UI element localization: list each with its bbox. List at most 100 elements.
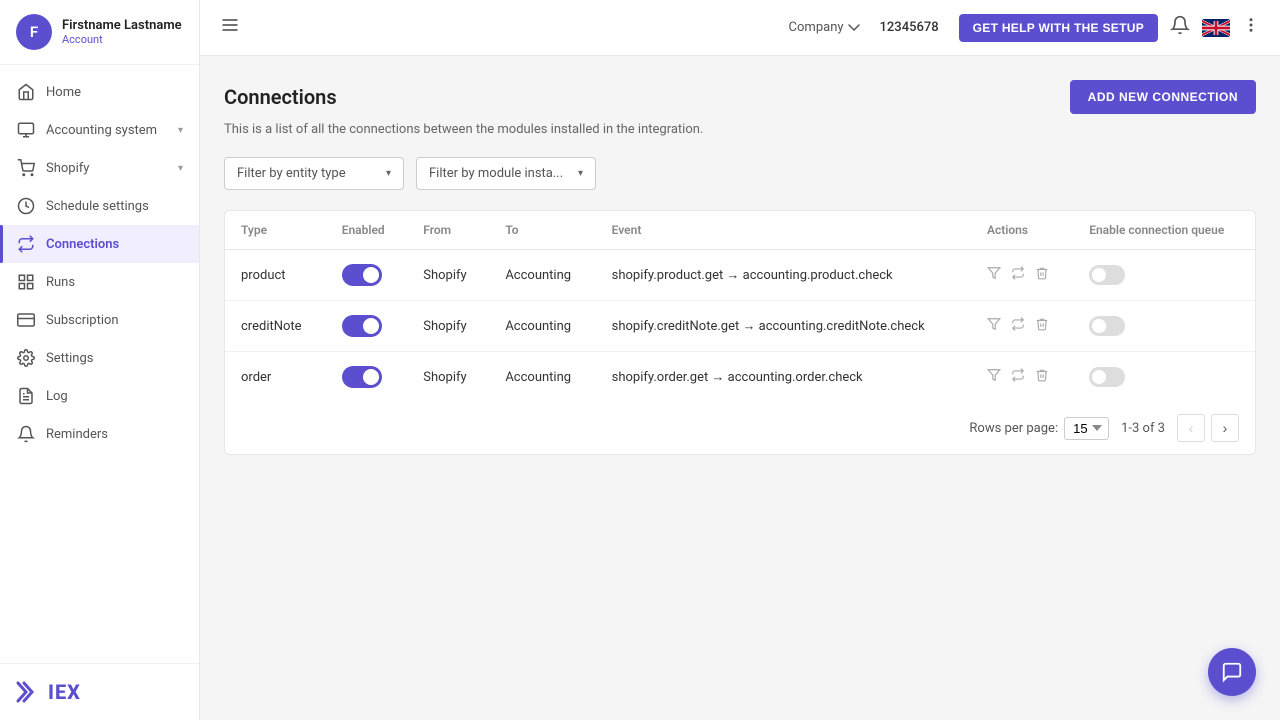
cell-type: product (225, 250, 326, 301)
next-page-button[interactable]: › (1211, 414, 1239, 442)
sidebar-item-home[interactable]: Home (0, 73, 199, 111)
cell-type: creditNote (225, 301, 326, 352)
page-info: 1-3 of 3 (1121, 421, 1165, 436)
schedule-icon (16, 196, 36, 216)
page-header: Connections ADD NEW CONNECTION (224, 80, 1256, 114)
table-row: creditNote Shopify Accounting shopify.cr… (225, 301, 1255, 352)
cell-queue[interactable] (1073, 301, 1255, 352)
sidebar-item-schedule[interactable]: Schedule settings (0, 187, 199, 225)
sidebar-item-reminders[interactable]: Reminders (0, 415, 199, 453)
sidebar-item-settings[interactable]: Settings (0, 339, 199, 377)
sidebar-logo: IEX (0, 663, 199, 720)
cell-queue[interactable] (1073, 352, 1255, 403)
col-to: To (489, 211, 595, 250)
chevron-down-icon: ▾ (386, 168, 391, 179)
sidebar-item-runs[interactable]: Runs (0, 263, 199, 301)
entity-filter-label: Filter by entity type (237, 166, 346, 181)
sidebar-settings-label: Settings (46, 351, 183, 366)
chevron-down-icon: ▾ (178, 163, 183, 174)
col-actions: Actions (971, 211, 1073, 250)
sidebar-subscription-label: Subscription (46, 313, 183, 328)
sync-action-icon[interactable] (1011, 368, 1025, 386)
cell-enabled[interactable] (326, 352, 408, 403)
cell-type: order (225, 352, 326, 403)
more-options-icon[interactable] (1242, 16, 1260, 39)
cell-to: Accounting (489, 250, 595, 301)
add-connection-button[interactable]: ADD NEW CONNECTION (1070, 80, 1256, 114)
sync-action-icon[interactable] (1011, 266, 1025, 284)
cell-queue[interactable] (1073, 250, 1255, 301)
cell-event: shopify.creditNote.get → accounting.cred… (596, 301, 971, 352)
enabled-toggle[interactable] (342, 264, 382, 286)
sidebar-schedule-label: Schedule settings (46, 199, 183, 214)
filter-action-icon[interactable] (987, 368, 1001, 386)
settings-icon (16, 348, 36, 368)
main-area: Company 12345678 GET HELP WITH THE SETUP… (200, 0, 1280, 720)
chevron-down-icon: ▾ (578, 168, 583, 179)
notifications-icon[interactable] (1170, 15, 1190, 40)
language-flag[interactable] (1202, 19, 1230, 37)
chat-support-button[interactable] (1208, 648, 1256, 696)
enabled-toggle[interactable] (342, 366, 382, 388)
sidebar-item-shopify[interactable]: Shopify ▾ (0, 149, 199, 187)
rows-per-page-select[interactable]: 15 25 50 (1064, 417, 1109, 440)
cell-to: Accounting (489, 352, 595, 403)
connections-icon (16, 234, 36, 254)
delete-action-icon[interactable] (1035, 317, 1049, 335)
table-row: order Shopify Accounting shopify.order.g… (225, 352, 1255, 403)
pagination-row: Rows per page: 15 25 50 1-3 of 3 ‹ › (225, 402, 1255, 454)
page-subtitle: This is a list of all the connections be… (224, 122, 1256, 137)
home-icon (16, 82, 36, 102)
cell-actions (971, 250, 1073, 301)
reminders-icon (16, 424, 36, 444)
sidebar: F Firstname Lastname Account Home Accoun… (0, 0, 200, 720)
sync-action-icon[interactable] (1011, 317, 1025, 335)
cell-from: Shopify (407, 301, 489, 352)
sidebar-log-label: Log (46, 389, 183, 404)
col-queue: Enable connection queue (1073, 211, 1255, 250)
sidebar-shopify-label: Shopify (46, 161, 168, 176)
accounting-icon (16, 120, 36, 140)
cell-from: Shopify (407, 352, 489, 403)
sidebar-user-role: Account (62, 33, 182, 46)
sidebar-item-accounting[interactable]: Accounting system ▾ (0, 111, 199, 149)
col-type: Type (225, 211, 326, 250)
sidebar-header: F Firstname Lastname Account (0, 0, 199, 65)
col-event: Event (596, 211, 971, 250)
rows-per-page-label: Rows per page: (969, 421, 1058, 436)
table-row: product Shopify Accounting shopify.produ… (225, 250, 1255, 301)
topbar: Company 12345678 GET HELP WITH THE SETUP (200, 0, 1280, 56)
entity-type-filter[interactable]: Filter by entity type ▾ (224, 157, 404, 190)
sidebar-item-connections[interactable]: Connections (0, 225, 199, 263)
sidebar-reminders-label: Reminders (46, 427, 183, 442)
sidebar-user-info: Firstname Lastname Account (62, 18, 182, 46)
table-header-row: Type Enabled From To Event Actions Enabl… (225, 211, 1255, 250)
cell-actions (971, 352, 1073, 403)
cell-from: Shopify (407, 250, 489, 301)
module-instance-filter[interactable]: Filter by module insta... ▾ (416, 157, 596, 190)
help-button[interactable]: GET HELP WITH THE SETUP (959, 14, 1158, 42)
col-from: From (407, 211, 489, 250)
cell-enabled[interactable] (326, 250, 408, 301)
shopify-icon (16, 158, 36, 178)
company-chevron-icon (848, 24, 860, 32)
connections-table: Type Enabled From To Event Actions Enabl… (225, 211, 1255, 402)
delete-action-icon[interactable] (1035, 266, 1049, 284)
company-label: Company (789, 20, 844, 35)
cell-event: shopify.order.get → accounting.order.che… (596, 352, 971, 403)
filter-action-icon[interactable] (987, 317, 1001, 335)
sidebar-item-log[interactable]: Log (0, 377, 199, 415)
company-selector[interactable]: Company (789, 20, 860, 35)
queue-toggle[interactable] (1089, 265, 1125, 285)
cell-actions (971, 301, 1073, 352)
delete-action-icon[interactable] (1035, 368, 1049, 386)
cell-to: Accounting (489, 301, 595, 352)
filter-action-icon[interactable] (987, 266, 1001, 284)
menu-icon[interactable] (220, 15, 240, 40)
prev-page-button[interactable]: ‹ (1177, 414, 1205, 442)
cell-enabled[interactable] (326, 301, 408, 352)
queue-toggle[interactable] (1089, 367, 1125, 387)
queue-toggle[interactable] (1089, 316, 1125, 336)
sidebar-item-subscription[interactable]: Subscription (0, 301, 199, 339)
enabled-toggle[interactable] (342, 315, 382, 337)
